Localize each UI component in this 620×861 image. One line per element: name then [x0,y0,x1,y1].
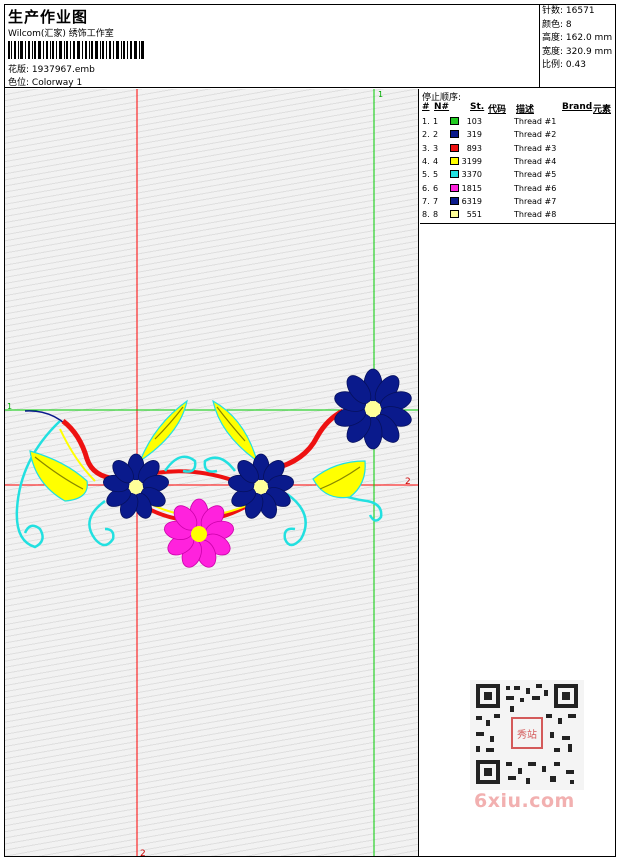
row-code: 6319 [461,196,482,206]
row-n: 2 [433,130,439,140]
col-element: 元素 [593,105,612,115]
stop-row: 2. 2 319 Thread #2 [420,128,616,141]
stop-row: 6. 6 1815 Thread #6 [420,182,616,195]
stop-row: 3. 3 893 Thread #3 [420,142,616,155]
design-file-line: 花版: 1937967.emb [8,62,95,75]
thread-swatch [450,156,459,165]
colorway-value: Colorway 1 [31,78,83,88]
red-stem-right [272,408,345,472]
row-num: 8. [422,210,430,220]
row-code: 319 [466,130,482,140]
row-desc: Thread #6 [514,183,557,193]
row-num: 7. [422,196,430,206]
stop-sequence-table: 停止顺序: # N# St. 代码 描述 Brand 元素 1. 1 103 Thre… [420,89,616,224]
guide-label-red-right: 2 [405,477,411,487]
embroidery-preview: 1 1 2 2 [5,89,418,856]
stop-row: 5. 5 3370 Thread #5 [420,168,616,181]
col-code: 代码 [488,105,507,115]
guide-label-red-bottom: 2 [140,849,146,856]
row-code: 551 [466,210,482,220]
row-num: 3. [422,143,430,153]
qr-code: 秀站 [470,680,584,790]
leaf-left [29,450,88,502]
stop-row: 8. 8 551 Thread #8 [420,208,616,221]
stat-scale: 比例: 0.43 [542,60,586,70]
stop-row: 1. 1 103 Thread #1 [420,115,616,128]
row-code: 3199 [461,156,482,166]
row-n: 3 [433,143,439,153]
row-code: 3370 [461,170,482,180]
thread-swatch [450,130,459,139]
design-file: 1937967.emb [31,65,95,75]
thread-swatch [450,196,459,205]
cyan-curl-center-right [203,456,236,473]
row-num: 1. [422,117,430,126]
stop-row: 4. 4 3199 Thread #4 [420,155,616,168]
leaf-right [312,460,366,499]
row-n: 4 [433,156,439,166]
colorway-label: 色位: [8,78,30,88]
row-n: 6 [433,183,439,193]
col-n: N# [434,102,450,112]
stat-width: 宽度: 320.9 mm [542,46,613,57]
row-num: 5. [422,170,430,180]
design-label: 花版: [8,65,30,75]
row-desc: Thread #4 [514,156,557,166]
row-code: 1815 [461,183,482,193]
watermark-brand: 6xiu.com [474,790,575,812]
row-desc: Thread #3 [514,143,557,153]
row-n: 1 [433,117,439,126]
design-stats: 针数: 16571 颜色: 8 高度: 162.0 mm 宽度: 320.9 m… [539,4,616,88]
col-st: St. [470,102,485,112]
row-n: 7 [433,196,439,206]
col-desc: 描述 [516,105,535,115]
thread-swatch [450,143,459,152]
row-num: 4. [422,156,430,166]
row-n: 5 [433,170,439,180]
col-num: # [422,102,430,112]
flower-magenta-bottom [164,498,234,568]
guide-label-green-left: 1 [7,402,12,411]
thread-swatch [450,117,459,125]
row-desc: Thread #8 [514,210,557,220]
row-n: 8 [433,210,439,220]
row-desc: Thread #7 [514,196,557,206]
header: 生产作业图 Wilcom(汇家) 绣饰工作室 花版: 1937967.emb 色… [4,4,616,88]
design-canvas[interactable]: 1 1 2 2 [5,89,419,856]
row-code: 893 [466,143,482,153]
stat-stitches: 针数: 16571 [542,6,595,16]
guide-label-green-top: 1 [378,90,383,99]
thread-swatch [450,170,459,179]
col-brand: Brand [562,102,593,112]
thread-swatch [450,183,459,192]
cyan-curl-left-inner [88,499,115,547]
row-code: 103 [466,117,482,126]
row-desc: Thread #2 [514,130,557,140]
thread-swatch [450,210,459,219]
row-num: 6. [422,183,430,193]
page-title: 生产作业图 [8,8,89,26]
flower-navy-left [103,453,169,519]
flower-navy-right [334,368,412,450]
row-desc: Thread #1 [514,117,557,126]
stop-row: 7. 7 6319 Thread #7 [420,195,616,208]
studio-name: Wilcom(汇家) 绣饰工作室 [8,29,114,39]
barcode [8,41,144,59]
qr-seal: 秀站 [517,728,537,741]
row-num: 2. [422,130,430,140]
row-desc: Thread #5 [514,170,557,180]
stat-height: 高度: 162.0 mm [542,33,613,43]
stat-colors: 颜色: 8 [542,19,572,30]
colorway-line: 色位: Colorway 1 [8,75,82,88]
